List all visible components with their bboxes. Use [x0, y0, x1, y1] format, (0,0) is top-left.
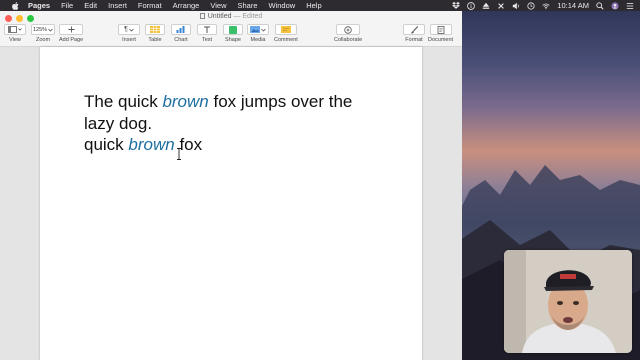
menu-edit[interactable]: Edit — [84, 1, 97, 10]
text-run: fox jumps over the — [208, 92, 353, 111]
document-button[interactable] — [429, 24, 452, 35]
menubar-clock[interactable]: 10:14 AM — [557, 1, 589, 10]
comment-label: Comment — [274, 37, 298, 43]
italic-word: brown — [128, 135, 175, 154]
toolbar-shape[interactable]: Shape — [223, 24, 243, 43]
table-button[interactable] — [145, 24, 165, 35]
chevron-down-icon — [129, 28, 134, 32]
text-box-icon — [204, 26, 210, 33]
toolbar-comment[interactable]: Comment — [274, 24, 298, 43]
view-label: View — [9, 37, 21, 43]
edited-indicator: — Edited — [233, 13, 263, 20]
toolbar-chart[interactable]: Chart — [171, 24, 191, 43]
document-label: Document — [428, 37, 454, 43]
zoom-value: 125% — [32, 26, 48, 33]
toolbar-insert[interactable]: ¶ Insert — [118, 24, 140, 43]
text-label: Text — [201, 37, 213, 43]
menu-insert[interactable]: Insert — [108, 1, 127, 10]
user-icon[interactable] — [611, 1, 619, 10]
plus-icon — [68, 26, 75, 33]
shape-button[interactable] — [223, 24, 243, 35]
text-button[interactable] — [197, 24, 217, 35]
shape-label: Shape — [225, 37, 241, 43]
document-canvas[interactable]: The quick brown fox jumps over the lazy … — [0, 47, 462, 360]
toolbar-table[interactable]: Table — [145, 24, 165, 43]
toolbar-document[interactable]: Document — [428, 24, 453, 43]
info-icon[interactable] — [467, 1, 476, 10]
format-label: Format — [405, 37, 423, 43]
time-machine-icon[interactable] — [527, 1, 535, 10]
paragraph-icon: ¶ — [124, 26, 128, 33]
comment-icon — [280, 26, 291, 33]
status-area: 10:14 AM — [452, 0, 634, 11]
collaborate-icon — [344, 25, 352, 34]
eject-icon[interactable] — [482, 2, 490, 10]
comment-button[interactable] — [274, 24, 297, 35]
pages-window: Untitled — Edited View 125% Zoom Add Pag… — [0, 11, 462, 360]
text-line-1[interactable]: The quick brown fox jumps over the — [84, 91, 384, 113]
table-icon — [150, 26, 160, 33]
media-label: Media — [250, 37, 266, 43]
chevron-down-icon — [261, 28, 266, 32]
close-x-icon[interactable] — [497, 2, 505, 10]
chevron-down-icon — [48, 28, 53, 32]
menu-view[interactable]: View — [210, 1, 226, 10]
list-icon[interactable] — [626, 2, 634, 10]
chart-icon — [176, 26, 185, 33]
text-line-3[interactable]: quick brown fox — [84, 134, 384, 156]
search-icon[interactable] — [596, 1, 604, 10]
webcam-overlay — [504, 250, 632, 353]
menu-app-pages[interactable]: Pages — [28, 1, 50, 10]
insert-label: Insert — [122, 37, 136, 43]
add-page-label: Add Page — [59, 37, 84, 43]
dropbox-icon[interactable] — [452, 2, 461, 10]
window-toolbar: Untitled — Edited View 125% Zoom Add Pag… — [0, 11, 462, 47]
media-button[interactable] — [247, 24, 269, 35]
toolbar-zoom[interactable]: 125% Zoom — [31, 24, 55, 43]
insert-button[interactable]: ¶ — [118, 24, 140, 35]
zoom-label: Zoom — [35, 37, 51, 43]
menu-file[interactable]: File — [61, 1, 73, 10]
chart-button[interactable] — [171, 24, 191, 35]
text-run: quick — [84, 135, 129, 154]
zoom-select[interactable]: 125% — [31, 24, 55, 35]
toolbar-add-page[interactable]: Add Page — [59, 24, 83, 43]
toolbar-collaborate[interactable]: Collaborate — [334, 24, 362, 43]
collaborate-label: Collaborate — [334, 37, 363, 43]
menu-help[interactable]: Help — [306, 1, 321, 10]
document-page[interactable]: The quick brown fox jumps over the lazy … — [40, 47, 422, 360]
italic-word: brown — [162, 92, 209, 111]
collaborate-button[interactable] — [336, 24, 361, 35]
add-page-button[interactable] — [59, 24, 84, 35]
text-line-2[interactable]: lazy dog. — [84, 113, 384, 135]
toolbar-view[interactable]: View — [4, 24, 26, 43]
presenter-image — [504, 250, 632, 353]
document-page-icon — [437, 25, 444, 34]
toolbar-media[interactable]: Media — [247, 24, 269, 43]
menu-format[interactable]: Format — [138, 1, 162, 10]
window-title: Untitled — Edited — [0, 13, 462, 20]
text-run: The quick — [84, 92, 163, 111]
view-button[interactable] — [4, 24, 26, 35]
shape-icon — [229, 25, 237, 34]
window-title-text: Untitled — [207, 13, 232, 20]
toolbar-format[interactable]: Format — [403, 24, 425, 43]
menu-bar: Pages File Edit Insert Format Arrange Vi… — [0, 0, 640, 11]
apple-icon[interactable] — [11, 1, 20, 10]
document-icon — [199, 13, 205, 19]
menu-share[interactable]: Share — [237, 1, 257, 10]
toolbar-text[interactable]: Text — [197, 24, 217, 43]
ibeam-cursor-icon — [177, 148, 181, 160]
menu-window[interactable]: Window — [269, 1, 296, 10]
media-icon — [250, 26, 260, 33]
volume-icon[interactable] — [512, 2, 520, 10]
table-label: Table — [148, 37, 162, 43]
wifi-icon[interactable] — [542, 2, 550, 10]
body-text[interactable]: The quick brown fox jumps over the lazy … — [84, 91, 384, 156]
chart-label: Chart — [174, 37, 188, 43]
paintbrush-icon — [410, 25, 418, 33]
menu-arrange[interactable]: Arrange — [173, 1, 200, 10]
sidebar-icon — [8, 26, 22, 33]
format-button[interactable] — [403, 24, 425, 35]
